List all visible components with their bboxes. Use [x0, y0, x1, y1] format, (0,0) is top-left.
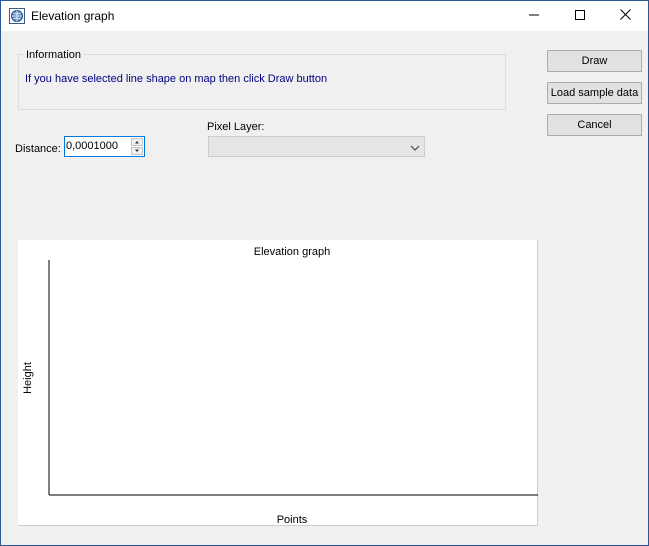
close-button[interactable] [602, 1, 648, 31]
information-legend: Information [24, 49, 84, 61]
distance-input[interactable]: 0,0001000 [64, 136, 145, 157]
distance-label: Distance: [15, 143, 61, 155]
draw-button[interactable]: Draw [547, 50, 642, 72]
chart-svg: Elevation graph Points Height [22, 246, 538, 526]
elevation-graph-window: Elevation graph Information If you have … [0, 0, 649, 546]
distance-value: 0,0001000 [66, 140, 118, 152]
cancel-button[interactable]: Cancel [547, 114, 642, 136]
y-axis-label: Height [22, 362, 34, 394]
title-bar[interactable]: Elevation graph [1, 1, 648, 31]
maximize-button[interactable] [557, 1, 603, 31]
app-globe-icon [9, 8, 25, 24]
pixel-layer-select[interactable] [208, 136, 425, 157]
spin-up-button[interactable] [131, 138, 143, 146]
chevron-down-icon [410, 142, 420, 152]
chart-title: Elevation graph [254, 246, 330, 258]
information-text: If you have selected line shape on map t… [25, 73, 328, 85]
minimize-icon [529, 9, 539, 23]
window-title: Elevation graph [31, 9, 115, 23]
elevation-chart: Elevation graph Points Height [18, 240, 538, 526]
maximize-icon [575, 9, 585, 23]
x-axis-label: Points [277, 514, 308, 526]
pixel-layer-label: Pixel Layer: [207, 121, 265, 133]
minimize-button[interactable] [511, 1, 557, 31]
close-icon [619, 9, 631, 23]
load-sample-data-button[interactable]: Load sample data [547, 82, 642, 104]
spin-down-button[interactable] [131, 147, 143, 155]
